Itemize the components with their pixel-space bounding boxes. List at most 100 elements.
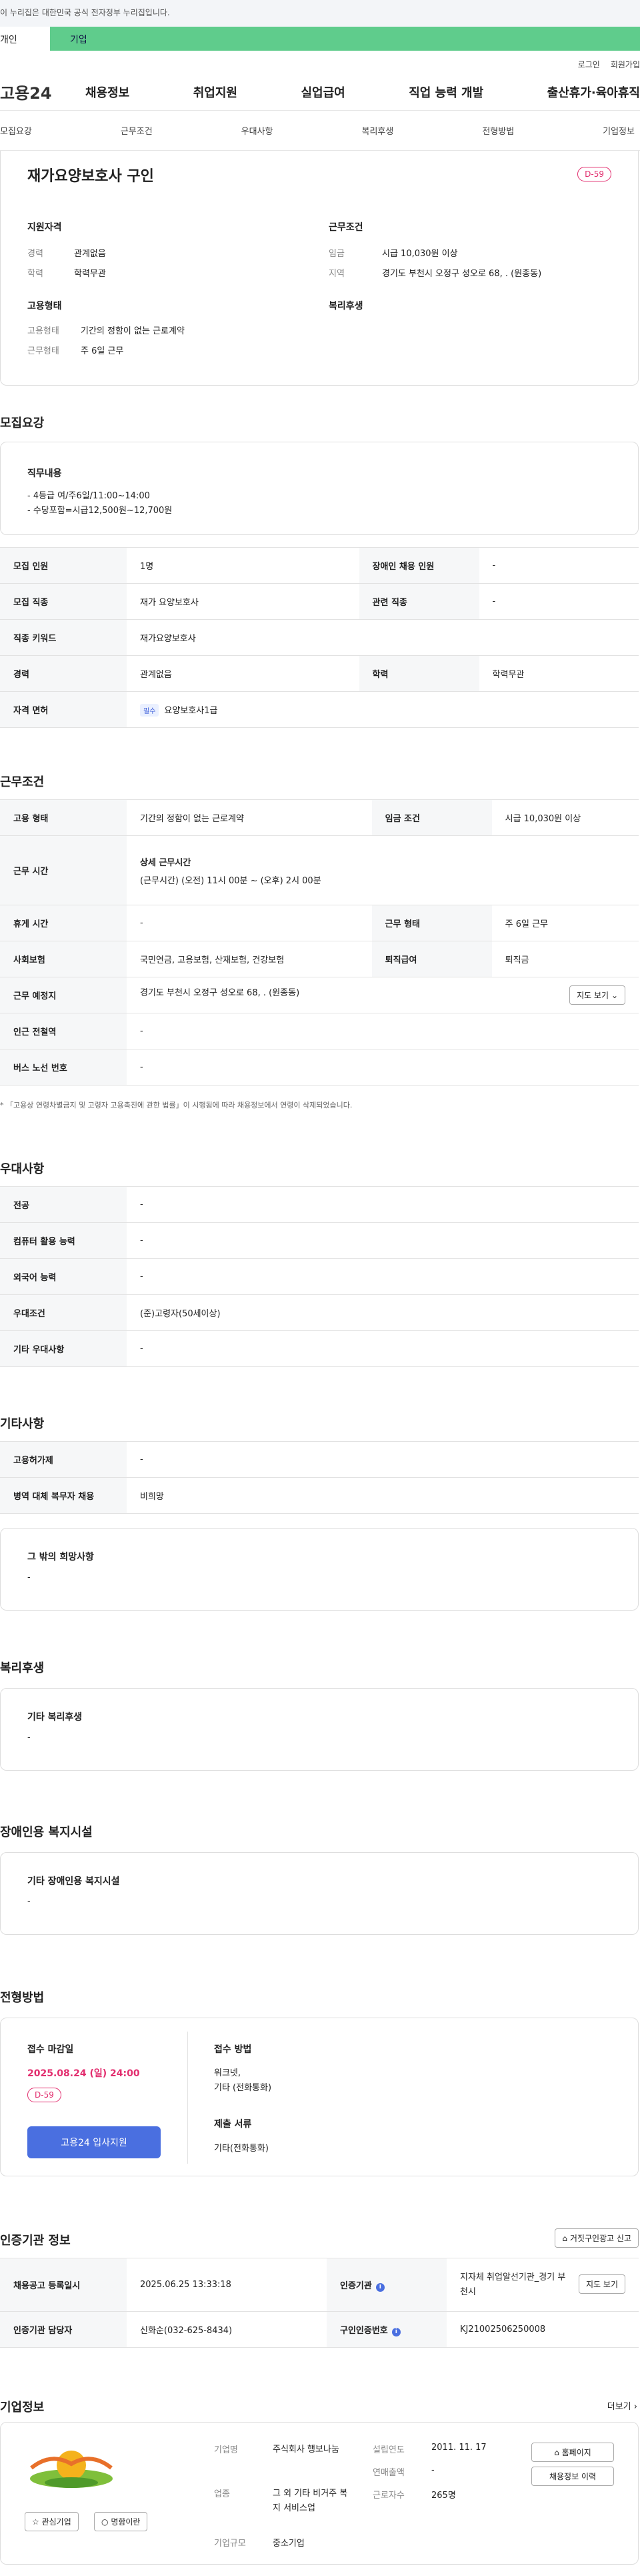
info-icon[interactable]: i xyxy=(391,2327,401,2336)
cond-value: 시급 10,030원 이상 xyxy=(382,249,458,259)
login-link[interactable]: 로그인 xyxy=(578,60,600,69)
cell-value: 1명 xyxy=(127,547,359,584)
more-link[interactable]: 더보기 › xyxy=(607,2399,637,2412)
table-row: 전공 - xyxy=(0,1186,639,1223)
welfare-sub: 기타 복리후생 xyxy=(27,1712,83,1723)
duty-line: - 4등급 여/주6일/11:00~14:00 xyxy=(27,491,150,501)
license-cell: 필수 요양보호사1급 xyxy=(127,691,639,728)
cell-value: 관계없음 xyxy=(127,655,359,692)
disab-card: 기타 장애인용 복지시설 - xyxy=(0,1852,639,1935)
org-map-button[interactable]: 지도 보기 xyxy=(579,2274,625,2294)
tab-company[interactable]: 기업 xyxy=(50,27,640,51)
work-heading: 근무조건 xyxy=(0,775,45,789)
subnav-company[interactable]: 기업정보 xyxy=(603,124,635,137)
employees-label: 근로자수 xyxy=(373,2491,405,2501)
cell-label: 우대조건 xyxy=(0,1294,127,1331)
cell-label: 인근 전철역 xyxy=(0,1013,127,1049)
deadline-heading: 접수 마감일 xyxy=(27,2044,74,2055)
table-row: 외국어 능력 - xyxy=(0,1258,639,1295)
table-row: 버스 노선 번호 - xyxy=(0,1049,639,1086)
table-row: 기타 우대사항 - xyxy=(0,1330,639,1367)
hours-value: (근무시간) (오전) 11시 00분 ~ (오후) 2시 00분 xyxy=(140,875,321,886)
map-button[interactable]: 지도 보기 ⌄ xyxy=(569,985,625,1005)
duty-heading: 직무내용 xyxy=(27,468,62,479)
qual-label: 학력 xyxy=(27,269,43,279)
subnav-welfare[interactable]: 복리후생 xyxy=(361,124,393,137)
cell-label: 채용공고 등록일시 xyxy=(0,2258,127,2312)
qual-list: 경력 관계없음 학력 학력무관 xyxy=(27,244,106,284)
gnb-item-vocational-training[interactable]: 직업 능력 개발 xyxy=(409,83,483,101)
subnav-work[interactable]: 근무조건 xyxy=(121,124,153,137)
chevron-right-icon: › xyxy=(633,2402,637,2412)
subnav-recruit[interactable]: 모집요강 xyxy=(0,124,32,137)
cell-value: - xyxy=(479,547,639,584)
fav-company-button[interactable]: ☆ 관심기업 xyxy=(25,2512,79,2531)
cell-label: 근무 시간 xyxy=(0,835,127,905)
cell-label: 고용 형태 xyxy=(0,799,127,836)
table-row: 사회보험 국민연금, 고용보험, 산재보험, 건강보험 퇴직급여 퇴직금 xyxy=(0,941,639,977)
table-row: 우대조건 (준)고령자(50세이상) xyxy=(0,1294,639,1331)
tab-personal[interactable]: 개인 xyxy=(0,27,50,51)
table-row: 고용허가제 - xyxy=(0,1441,639,1478)
cell-value: - xyxy=(127,905,372,941)
info-icon[interactable]: i xyxy=(375,2282,385,2292)
company-card: ☆ 관심기업 ○ 명함이란 기업명 주식회사 행보나눔 업종 그 외 기타 비거… xyxy=(0,2422,639,2565)
gnb-item-jobs[interactable]: 채용정보 xyxy=(85,83,129,101)
method-list: 워크넷, 기타 (전화통화) xyxy=(214,2066,271,2096)
util-links: 로그인 회원가입 xyxy=(0,51,640,73)
chevron-down-icon: ⌄ xyxy=(611,991,618,1000)
cond-label: 임금 xyxy=(329,249,345,259)
circle-icon: ○ xyxy=(101,2517,109,2527)
cond-heading: 근무조건 xyxy=(329,222,363,233)
selection-heading: 전형방법 xyxy=(0,1991,45,2005)
subnav-pref[interactable]: 우대사항 xyxy=(241,124,273,137)
cell-label: 사회보험 xyxy=(0,941,127,977)
logo[interactable]: 고용24 xyxy=(0,80,85,103)
table-row: 컴퓨터 활용 능력 - xyxy=(0,1222,639,1259)
gnb-item-unemployment-benefit[interactable]: 실업급여 xyxy=(301,83,345,101)
welfare-value: - xyxy=(27,1733,31,1743)
welfare-section-heading: 복리후생 xyxy=(0,1661,45,1675)
homepage-button[interactable]: ⌂ 홈페이지 xyxy=(531,2443,614,2462)
cell-label: 구인인증번호 i xyxy=(327,2311,447,2348)
emp-label: 고용형태 xyxy=(27,326,59,336)
cell-value: 재가 요양보호사 xyxy=(127,583,359,620)
recruit-table: 모집 인원 1명 장애인 채용 인원 - 모집 직종 재가 요양보호사 관련 직종 - 직종… xyxy=(0,547,639,728)
industry-value: 그 외 기타 비거주 복지 서비스업 xyxy=(273,2489,348,2513)
table-row: 경력 관계없음 학력 학력무관 xyxy=(0,655,639,692)
qual-value: 관계없음 xyxy=(74,249,106,259)
cell-label: 경력 xyxy=(0,655,127,692)
cell-value: 2025.06.25 13:33:18 xyxy=(127,2258,327,2312)
cell-label: 버스 노선 번호 xyxy=(0,1049,127,1086)
divider xyxy=(187,2032,188,2164)
cell-value: 비희망 xyxy=(127,1477,639,1514)
signup-link[interactable]: 회원가입 xyxy=(611,60,640,69)
table-row: 직종 키워드 재가요양보호사 xyxy=(0,619,639,656)
gov-notice-bar: 이 누리집은 대한민국 공식 전자정부 누리집입니다. xyxy=(0,0,640,27)
cell-label: 병역 대체 복무자 채용 xyxy=(0,1477,127,1514)
cell-label: 모집 직종 xyxy=(0,583,127,620)
report-button[interactable]: ⌂ 거짓구인광고 신고 xyxy=(555,2228,639,2248)
job-history-button[interactable]: 채용정보 이력 xyxy=(531,2467,614,2486)
cell-label: 관련 직종 xyxy=(359,583,479,620)
duty-line: - 수당포함=시급12,500원~12,700원 xyxy=(27,506,173,516)
section-nav: 모집요강 근무조건 우대사항 복리후생 전형방법 기업정보 xyxy=(0,111,640,151)
table-row: 병역 대체 복무자 채용 비희망 xyxy=(0,1477,639,1514)
subnav-selection[interactable]: 전형방법 xyxy=(482,124,514,137)
table-row: 자격 면허 필수 요양보호사1급 xyxy=(0,691,639,728)
required-tag: 필수 xyxy=(140,703,159,717)
cell-value: 시급 10,030원 이상 xyxy=(491,799,639,836)
cell-label: 컴퓨터 활용 능력 xyxy=(0,1222,127,1259)
company-name-value: 주식회사 행보나눔 xyxy=(273,2445,339,2455)
cell-value: (준)고령자(50세이상) xyxy=(127,1294,639,1331)
business-card-button[interactable]: ○ 명함이란 xyxy=(94,2512,148,2531)
qual-heading: 지원자격 xyxy=(27,222,62,233)
hours-heading: 상세 근무시간 xyxy=(140,857,191,868)
apply-button[interactable]: 고용24 입사지원 xyxy=(27,2126,161,2158)
gnb-item-employment-support[interactable]: 취업지원 xyxy=(193,83,237,101)
cell-label: 전공 xyxy=(0,1186,127,1223)
cell-label: 장애인 채용 인원 xyxy=(359,547,479,584)
gnb-item-parental-leave[interactable]: 출산휴가·육아휴직 xyxy=(547,83,640,101)
cell-value: - xyxy=(479,583,639,620)
qual-value: 학력무관 xyxy=(74,269,106,279)
